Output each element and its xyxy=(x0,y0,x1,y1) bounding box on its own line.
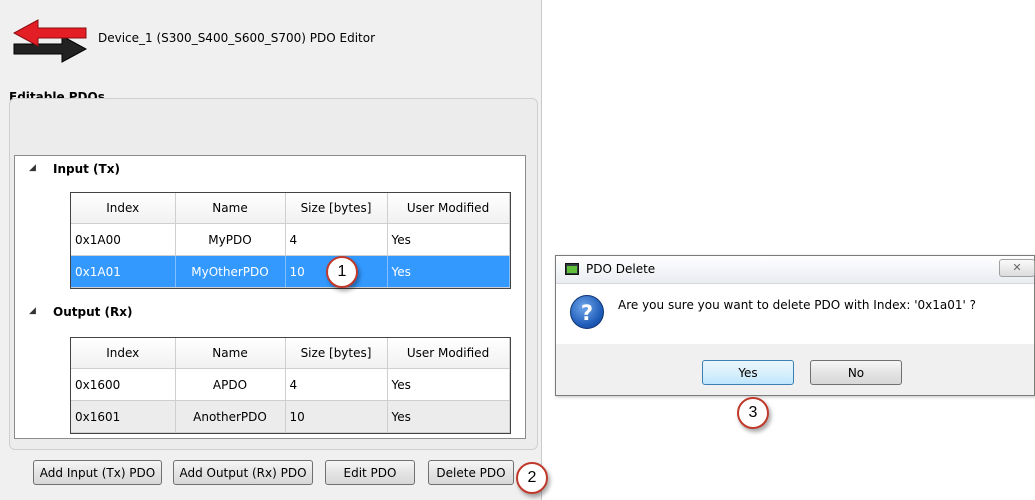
pdo-delete-dialog: PDO Delete ✕ ? Are you sure you want to … xyxy=(555,255,1035,396)
input-pdo-table: Index Name Size [bytes] User Modified 0x… xyxy=(70,192,511,289)
table-row[interactable]: 0x1A00 MyPDO 4 Yes xyxy=(71,223,510,256)
dialog-title: PDO Delete xyxy=(586,262,656,276)
table-row[interactable]: 0x1601 AnotherPDO 10 Yes xyxy=(71,400,510,433)
callout-3: 3 xyxy=(737,397,769,429)
cell-name: AnotherPDO xyxy=(175,400,286,433)
cell-name: APDO xyxy=(175,368,286,401)
input-group-label: Input (Tx) xyxy=(53,162,120,176)
add-input-pdo-button[interactable]: Add Input (Tx) PDO xyxy=(33,460,162,485)
cell-index: 0x1A00 xyxy=(71,223,176,256)
edit-pdo-button[interactable]: Edit PDO xyxy=(325,460,415,485)
pdo-editor-panel: Device_1 (S300_S400_S600_S700) PDO Edito… xyxy=(0,0,542,500)
column-header-size[interactable]: Size [bytes] xyxy=(285,338,388,369)
cell-size: 4 xyxy=(285,368,388,401)
column-header-user-modified[interactable]: User Modified xyxy=(387,338,510,369)
cell-name: MyPDO xyxy=(175,223,286,256)
column-header-user-modified[interactable]: User Modified xyxy=(387,193,510,224)
tree-group-input[interactable]: ◢ Input (Tx) xyxy=(15,159,525,181)
cell-user-modified: Yes xyxy=(387,223,510,256)
table-row-selected[interactable]: 0x1A01 MyOtherPDO 10 Yes xyxy=(71,255,510,288)
no-button[interactable]: No xyxy=(810,360,902,385)
column-header-index[interactable]: Index xyxy=(71,193,176,224)
swap-arrows-icon xyxy=(12,19,88,63)
cell-size: 10 xyxy=(285,400,388,433)
cell-index: 0x1A01 xyxy=(71,255,176,288)
cell-user-modified: Yes xyxy=(387,400,510,433)
editor-title: Device_1 (S300_S400_S600_S700) PDO Edito… xyxy=(98,31,376,45)
column-header-index[interactable]: Index xyxy=(71,338,176,369)
add-output-pdo-button[interactable]: Add Output (Rx) PDO xyxy=(173,460,313,485)
yes-button[interactable]: Yes xyxy=(702,360,794,385)
cell-index: 0x1601 xyxy=(71,400,176,433)
dialog-body: ? Are you sure you want to delete PDO wi… xyxy=(556,284,1034,344)
column-header-size[interactable]: Size [bytes] xyxy=(285,193,388,224)
cell-index: 0x1600 xyxy=(71,368,176,401)
output-group-label: Output (Rx) xyxy=(53,305,133,319)
collapse-triangle-icon[interactable]: ◢ xyxy=(29,163,36,173)
pdo-tree: ◢ Input (Tx) Index Name Size [bytes] Use… xyxy=(14,155,526,439)
cell-name: MyOtherPDO xyxy=(175,255,286,288)
app-window-icon xyxy=(565,263,579,275)
close-icon[interactable]: ✕ xyxy=(999,259,1035,277)
table-header: Index Name Size [bytes] User Modified xyxy=(71,193,510,224)
table-header: Index Name Size [bytes] User Modified xyxy=(71,338,510,369)
callout-2: 2 xyxy=(516,462,548,494)
table-row[interactable]: 0x1600 APDO 4 Yes xyxy=(71,368,510,401)
delete-pdo-button[interactable]: Delete PDO xyxy=(428,460,514,485)
dialog-titlebar[interactable]: PDO Delete ✕ xyxy=(556,256,1035,284)
dialog-message: Are you sure you want to delete PDO with… xyxy=(618,298,976,312)
tree-group-output[interactable]: ◢ Output (Rx) xyxy=(15,302,525,324)
callout-1: 1 xyxy=(326,256,358,288)
column-header-name[interactable]: Name xyxy=(175,193,286,224)
cell-size: 4 xyxy=(285,223,388,256)
question-icon: ? xyxy=(570,295,604,329)
cell-user-modified: Yes xyxy=(387,255,510,288)
output-pdo-table: Index Name Size [bytes] User Modified 0x… xyxy=(70,337,511,434)
collapse-triangle-icon[interactable]: ◢ xyxy=(29,306,36,316)
column-header-name[interactable]: Name xyxy=(175,338,286,369)
cell-user-modified: Yes xyxy=(387,368,510,401)
